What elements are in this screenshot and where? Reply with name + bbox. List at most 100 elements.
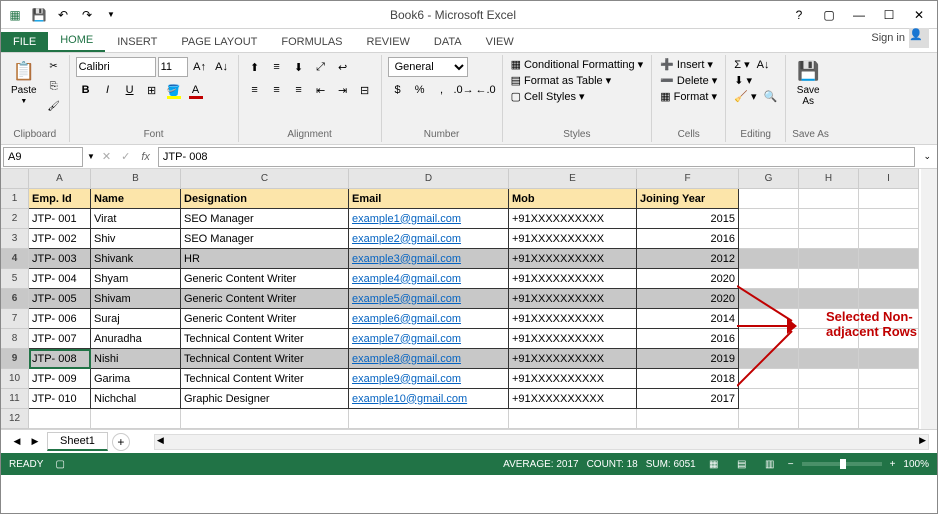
cell[interactable] [859,189,919,209]
cell[interactable]: Graphic Designer [181,389,349,409]
cell[interactable]: Generic Content Writer [181,289,349,309]
increase-indent-icon[interactable]: ⇥ [333,80,353,100]
cell[interactable] [799,389,859,409]
cell[interactable] [739,289,799,309]
cell[interactable] [799,369,859,389]
cancel-formula-icon[interactable]: ✕ [99,150,114,163]
column-header[interactable]: C [181,169,349,189]
enter-formula-icon[interactable]: ✓ [118,150,133,163]
comma-icon[interactable]: , [432,80,452,100]
cell-link[interactable]: example5@gmail.com [349,289,509,309]
undo-icon[interactable]: ↶ [53,5,73,25]
cell[interactable]: JTP- 006 [29,309,91,329]
cell[interactable] [859,389,919,409]
header-cell[interactable]: Emp. Id [29,189,91,209]
cell[interactable] [859,329,919,349]
save-as-button[interactable]: 💾 SaveAs [792,57,824,109]
format-cells-button[interactable]: ▦Format ▾ [658,89,719,104]
cell[interactable]: JTP- 004 [29,269,91,289]
cell[interactable]: JTP- 010 [29,389,91,409]
delete-cells-button[interactable]: ➖Delete ▾ [658,73,719,88]
cell[interactable] [739,309,799,329]
cell-link[interactable]: example4@gmail.com [349,269,509,289]
wrap-text-icon[interactable]: ↩ [333,57,353,77]
bold-button[interactable]: B [76,80,96,100]
underline-button[interactable]: U [120,80,140,100]
save-icon[interactable]: 💾 [29,5,49,25]
cell[interactable]: 2014 [637,309,739,329]
cell[interactable] [859,349,919,369]
cell[interactable]: +91XXXXXXXXXX [509,229,637,249]
cell[interactable] [799,189,859,209]
zoom-out-icon[interactable]: − [788,459,794,470]
cell-link[interactable]: example1@gmail.com [349,209,509,229]
cell[interactable]: 2020 [637,289,739,309]
cell[interactable] [637,409,739,429]
cell[interactable] [799,209,859,229]
cell-link[interactable]: example2@gmail.com [349,229,509,249]
font-name-select[interactable] [76,57,156,77]
formula-bar[interactable] [158,147,916,167]
insert-cells-button[interactable]: ➕Insert ▾ [658,57,715,72]
column-header[interactable]: A [29,169,91,189]
cell[interactable]: SEO Manager [181,229,349,249]
cell[interactable] [739,249,799,269]
cell[interactable] [859,229,919,249]
cell[interactable] [799,409,859,429]
header-cell[interactable]: Joining Year [637,189,739,209]
orientation-icon[interactable]: ⤢ [311,57,331,77]
cell[interactable]: JTP- 005 [29,289,91,309]
cell[interactable] [859,369,919,389]
cell[interactable]: +91XXXXXXXXXX [509,209,637,229]
zoom-slider[interactable] [802,462,882,466]
cell[interactable]: JTP- 009 [29,369,91,389]
currency-icon[interactable]: $ [388,80,408,100]
namebox-dropdown-icon[interactable]: ▼ [87,152,95,161]
cell[interactable]: Suraj [91,309,181,329]
cell[interactable] [349,409,509,429]
column-header[interactable]: B [91,169,181,189]
row-header[interactable]: 10 [1,369,29,389]
cell[interactable]: Shivam [91,289,181,309]
decrease-decimal-icon[interactable]: ←.0 [476,80,496,100]
zoom-level[interactable]: 100% [903,459,929,470]
cell[interactable] [181,409,349,429]
cell[interactable] [739,329,799,349]
sheet-tab[interactable]: Sheet1 [47,432,108,451]
zoom-in-icon[interactable]: + [890,459,896,470]
cell[interactable]: Technical Content Writer [181,349,349,369]
maximize-icon[interactable]: ☐ [875,3,903,27]
help-icon[interactable]: ? [785,3,813,27]
header-cell[interactable]: Designation [181,189,349,209]
cell[interactable]: JTP- 001 [29,209,91,229]
paste-button[interactable]: 📋 Paste ▼ [7,57,41,107]
column-header[interactable]: G [739,169,799,189]
tab-formulas[interactable]: FORMULAS [269,32,354,52]
decrease-font-icon[interactable]: A↓ [212,57,232,77]
sheet-nav-next-icon[interactable]: ▶ [27,434,43,450]
sign-in[interactable]: Sign in 👤 [863,24,937,52]
font-size-select[interactable] [158,57,188,77]
cell[interactable] [739,409,799,429]
cell-link[interactable]: example7@gmail.com [349,329,509,349]
cell[interactable] [799,289,859,309]
add-sheet-button[interactable]: + [112,433,130,451]
page-layout-view-icon[interactable]: ▤ [732,456,752,472]
increase-font-icon[interactable]: A↑ [190,57,210,77]
cell[interactable]: +91XXXXXXXXXX [509,369,637,389]
cell[interactable]: 2017 [637,389,739,409]
align-bottom-icon[interactable]: ⬇ [289,57,309,77]
redo-icon[interactable]: ↷ [77,5,97,25]
italic-button[interactable]: I [98,80,118,100]
row-header[interactable]: 1 [1,189,29,209]
vertical-scrollbar[interactable] [921,169,937,429]
cell[interactable] [799,349,859,369]
name-box[interactable] [3,147,83,167]
ribbon-options-icon[interactable]: ▢ [815,3,843,27]
cell[interactable]: JTP- 002 [29,229,91,249]
conditional-formatting-button[interactable]: ▦Conditional Formatting ▾ [509,57,646,72]
column-header[interactable]: D [349,169,509,189]
increase-decimal-icon[interactable]: .0→ [454,80,474,100]
tab-file[interactable]: FILE [1,32,48,52]
cell[interactable]: JTP- 007 [29,329,91,349]
